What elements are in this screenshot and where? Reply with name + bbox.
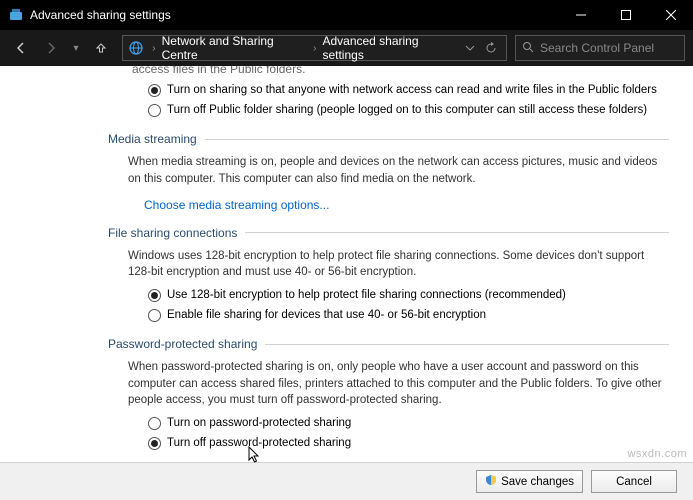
button-label: Cancel	[616, 476, 652, 488]
search-box[interactable]	[515, 35, 685, 61]
file-sharing-encryption-group: Use 128-bit encryption to help protect f…	[148, 287, 669, 323]
refresh-button[interactable]	[481, 37, 502, 59]
window-title: Advanced sharing settings	[30, 8, 558, 22]
file-sharing-connections-header: File sharing connections	[108, 226, 669, 240]
back-button[interactable]	[8, 35, 34, 61]
divider	[205, 139, 669, 140]
media-streaming-options-link[interactable]: Choose media streaming options...	[144, 198, 329, 212]
password-protected-sharing-header: Password-protected sharing	[108, 337, 669, 351]
divider	[265, 344, 669, 345]
search-icon	[522, 41, 534, 56]
content-area: access files in the Public folders. Turn…	[0, 66, 693, 462]
search-input[interactable]	[540, 41, 693, 55]
password-sharing-group: Turn on password-protected sharing Turn …	[148, 415, 669, 451]
breadcrumb-network-sharing[interactable]: Network and Sharing Centre	[160, 34, 309, 62]
dropdown-button[interactable]	[460, 37, 481, 59]
public-folder-sharing-group: Turn on sharing so that anyone with netw…	[148, 82, 669, 118]
cancel-button[interactable]: Cancel	[591, 470, 677, 493]
nav-bar: ▾ › Network and Sharing Centre › Advance…	[0, 30, 693, 66]
network-icon	[127, 40, 144, 56]
radio-icon	[148, 437, 161, 450]
button-label: Save changes	[501, 476, 574, 488]
section-title: Media streaming	[108, 132, 197, 146]
radio-label: Use 128-bit encryption to help protect f…	[167, 287, 566, 303]
chevron-right-icon: ›	[313, 43, 316, 54]
radio-icon	[148, 104, 161, 117]
breadcrumb-advanced-sharing[interactable]: Advanced sharing settings	[320, 34, 459, 62]
control-panel-icon	[8, 7, 24, 23]
file-sharing-description: Windows uses 128-bit encryption to help …	[128, 248, 669, 281]
maximize-button[interactable]	[603, 0, 648, 30]
encryption-4056bit-option[interactable]: Enable file sharing for devices that use…	[148, 307, 669, 323]
truncated-text: access files in the Public folders.	[132, 66, 669, 76]
encryption-128bit-option[interactable]: Use 128-bit encryption to help protect f…	[148, 287, 669, 303]
section-title: Password-protected sharing	[108, 337, 257, 351]
save-changes-button[interactable]: Save changes	[476, 470, 583, 493]
password-sharing-description: When password-protected sharing is on, o…	[128, 359, 669, 409]
public-sharing-off-option[interactable]: Turn off Public folder sharing (people l…	[148, 102, 669, 118]
close-button[interactable]	[648, 0, 693, 30]
divider	[245, 232, 669, 233]
recent-locations-button[interactable]: ▾	[68, 35, 84, 61]
minimize-button[interactable]	[558, 0, 603, 30]
title-bar: Advanced sharing settings	[0, 0, 693, 30]
radio-icon	[148, 289, 161, 302]
radio-label: Turn off Public folder sharing (people l…	[167, 102, 647, 118]
radio-label: Turn on password-protected sharing	[167, 415, 351, 431]
chevron-right-icon: ›	[152, 43, 155, 54]
forward-button[interactable]	[38, 35, 64, 61]
radio-icon	[148, 309, 161, 322]
public-sharing-on-option[interactable]: Turn on sharing so that anyone with netw…	[148, 82, 669, 98]
media-streaming-description: When media streaming is on, people and d…	[128, 154, 669, 187]
up-button[interactable]	[88, 35, 114, 61]
address-bar[interactable]: › Network and Sharing Centre › Advanced …	[122, 35, 507, 61]
radio-label: Enable file sharing for devices that use…	[167, 307, 486, 323]
radio-icon	[148, 417, 161, 430]
password-sharing-on-option[interactable]: Turn on password-protected sharing	[148, 415, 669, 431]
shield-icon	[485, 474, 497, 489]
password-sharing-off-option[interactable]: Turn off password-protected sharing	[148, 435, 669, 451]
media-streaming-header: Media streaming	[108, 132, 669, 146]
footer-bar: Save changes Cancel	[0, 462, 693, 500]
radio-label: Turn off password-protected sharing	[167, 435, 351, 451]
radio-icon	[148, 84, 161, 97]
radio-label: Turn on sharing so that anyone with netw…	[167, 82, 657, 98]
section-title: File sharing connections	[108, 226, 237, 240]
